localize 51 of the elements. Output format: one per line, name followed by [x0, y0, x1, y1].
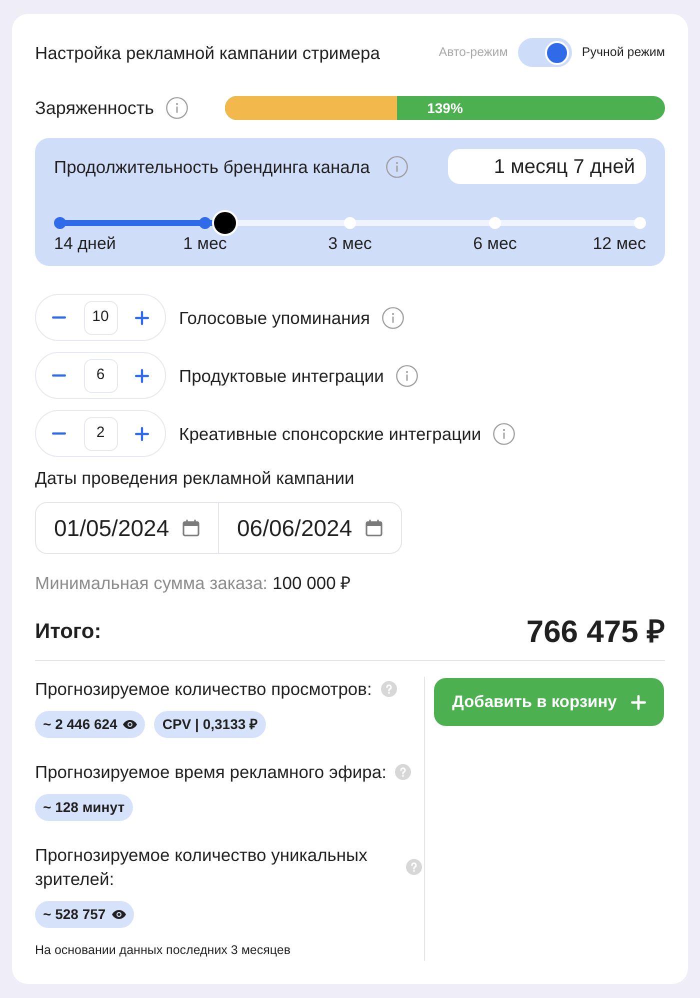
quantity-field[interactable]: 6 — [84, 358, 118, 392]
tick-label: 3 мес — [328, 233, 372, 255]
total-amount: 766 475 ₽ — [526, 612, 665, 651]
tick-label: 1 мес — [183, 233, 227, 255]
metric-value: ~ 528 757 — [43, 905, 106, 924]
quantity-field[interactable]: 2 — [84, 416, 118, 450]
footnote: На основании данных последних 3 месяцев — [35, 942, 292, 958]
charge-label: Заряженность — [35, 97, 154, 119]
info-icon[interactable] — [396, 364, 418, 386]
branding-label: Продолжительность брендинга канала — [54, 156, 370, 178]
integration-label: Продуктовые интеграции — [179, 364, 384, 386]
date-field[interactable]: 01/05/2024 — [36, 503, 218, 553]
integration-label: Голосовые упоминания — [179, 306, 370, 328]
tick-label: 12 мес — [592, 233, 646, 255]
info-icon[interactable] — [166, 97, 188, 119]
minimum-order-value: 100 000 ₽ — [272, 572, 351, 594]
minus-icon — [52, 374, 66, 377]
date-value: 06/06/2024 — [237, 514, 352, 543]
eye-icon — [123, 720, 138, 729]
calendar-icon[interactable] — [365, 519, 383, 537]
metric-value: ~ 2 446 624 — [43, 715, 118, 734]
integration-label: Креативные спонсорские интеграции — [179, 422, 482, 444]
calendar-icon[interactable] — [182, 519, 200, 537]
quantity-field[interactable]: 10 — [84, 300, 118, 334]
mode-switch[interactable] — [518, 38, 572, 67]
metric-value: ~ 128 минут — [43, 798, 125, 817]
minus-icon — [52, 316, 66, 319]
tick-label: 14 дней — [54, 233, 116, 255]
info-icon[interactable] — [382, 306, 404, 328]
forecast-label: Прогнозируемое количество уникальных зрителей: — [35, 844, 368, 891]
plus-icon — [630, 694, 646, 710]
slider-thumb[interactable] — [212, 210, 238, 236]
eye-icon — [112, 910, 126, 919]
date-value: 01/05/2024 — [54, 514, 170, 543]
minus-icon — [52, 432, 66, 435]
tick-label: 6 мес — [473, 233, 517, 255]
charge-percentage: 139% — [427, 100, 463, 116]
plus-icon — [135, 368, 149, 382]
minimum-order-label: Минимальная сумма заказа: — [35, 572, 268, 594]
mode-label[interactable]: Ручной режим — [582, 43, 665, 62]
duration-field[interactable]: 1 месяц 7 дней — [448, 149, 646, 184]
plus-icon — [135, 426, 149, 440]
total-label: Итого: — [35, 619, 102, 646]
dates-label: Даты проведения рекламной кампании — [35, 467, 356, 489]
plus-icon — [135, 310, 149, 324]
metric-value: CPV | 0,3133 ₽ — [162, 715, 258, 734]
forecast-label: Прогнозируемое количество просмотров: — [35, 678, 372, 701]
forecast-label: Прогнозируемое время рекламного эфира: — [35, 761, 386, 784]
info-icon[interactable] — [493, 422, 516, 444]
panel-title: Настройка рекламной кампании стримера — [35, 42, 380, 64]
date-field[interactable]: 06/06/2024 — [218, 503, 401, 553]
